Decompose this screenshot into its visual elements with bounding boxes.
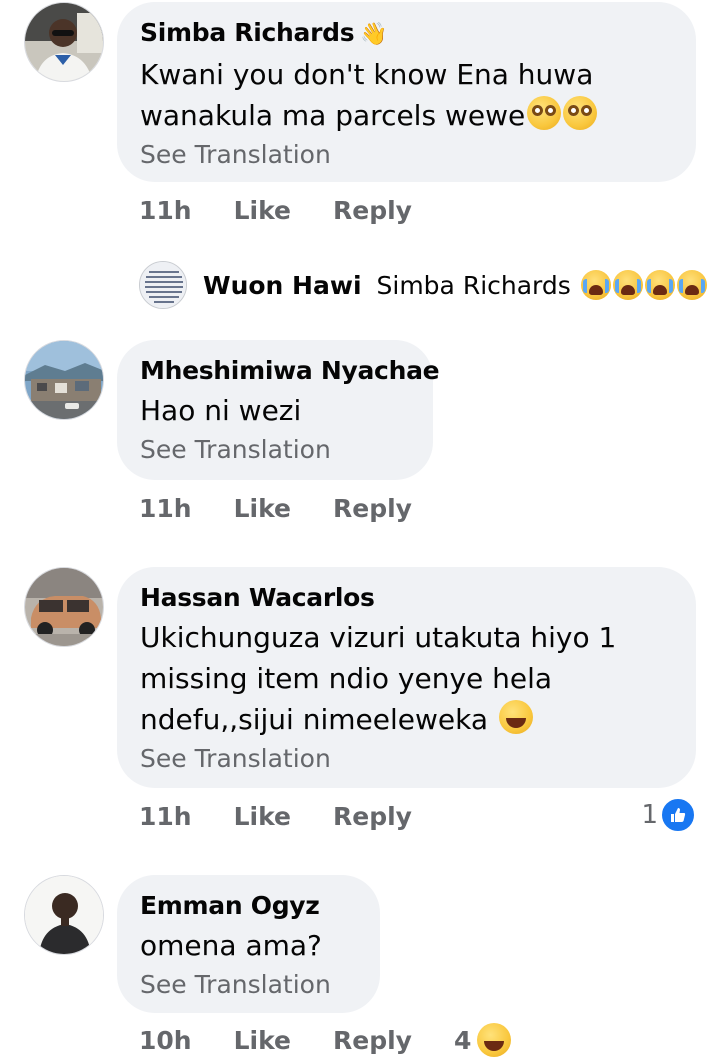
avatar[interactable] bbox=[24, 875, 104, 955]
like-button[interactable]: Like bbox=[234, 802, 291, 831]
reply-avatar[interactable] bbox=[139, 261, 187, 309]
see-translation-link[interactable]: See Translation bbox=[140, 433, 409, 467]
comment-bubble[interactable]: Mheshimiwa Nyachae Hao ni wezi See Trans… bbox=[117, 340, 440, 480]
comment-author[interactable]: Simba Richards 👋 bbox=[140, 16, 672, 52]
reply-mention[interactable]: Simba Richards bbox=[377, 271, 571, 300]
crying-face-icon bbox=[644, 270, 675, 300]
see-translation-link[interactable]: See Translation bbox=[140, 138, 672, 172]
crying-face-icon bbox=[612, 270, 643, 300]
avatar-photo-icon bbox=[25, 341, 103, 419]
reply-button[interactable]: Reply bbox=[333, 802, 412, 831]
avatar[interactable] bbox=[24, 340, 104, 420]
avatar[interactable] bbox=[24, 567, 104, 647]
flushed-face-icon bbox=[527, 96, 562, 130]
comment-time: 10h bbox=[139, 1026, 192, 1055]
like-button[interactable]: Like bbox=[234, 196, 291, 225]
comment-text: omena ama? bbox=[140, 929, 322, 962]
like-button[interactable]: Like bbox=[234, 1026, 291, 1055]
reaction-count: 1 bbox=[641, 800, 658, 830]
author-name[interactable]: Emman Ogyz bbox=[140, 889, 356, 923]
see-translation-link[interactable]: See Translation bbox=[140, 968, 356, 1002]
see-translation-link[interactable]: See Translation bbox=[140, 742, 672, 776]
comment-bubble[interactable]: Hassan Wacarlos Ukichunguza vizuri utaku… bbox=[117, 567, 696, 788]
reply-emojis bbox=[579, 270, 707, 300]
reaction-summary[interactable]: 1 bbox=[641, 797, 696, 833]
author-name[interactable]: Hassan Wacarlos bbox=[140, 581, 672, 615]
comment-bubble[interactable]: Emman Ogyz omena ama? See Translation bbox=[117, 875, 380, 1013]
author-name[interactable]: Mheshimiwa Nyachae bbox=[140, 354, 440, 388]
crying-face-icon bbox=[580, 270, 611, 300]
comment-time: 11h bbox=[139, 494, 192, 523]
comment-text: Kwani you don't know Ena huwa wanakula m… bbox=[140, 54, 672, 136]
comment-time: 11h bbox=[139, 802, 192, 831]
reply-author[interactable]: Wuon Hawi bbox=[203, 271, 362, 300]
comment-actions: 11h Like Reply bbox=[139, 494, 454, 523]
avatar-photo-icon bbox=[25, 3, 103, 81]
author-name[interactable]: Simba Richards bbox=[140, 18, 355, 47]
like-icon bbox=[660, 797, 696, 833]
avatar-photo-icon bbox=[25, 876, 103, 954]
like-button[interactable]: Like bbox=[234, 494, 291, 523]
comment-actions: 10h Like Reply 4 bbox=[139, 1023, 553, 1057]
comment-text: Hao ni wezi bbox=[140, 394, 302, 427]
reply-button[interactable]: Reply bbox=[333, 196, 412, 225]
haha-icon bbox=[477, 1023, 512, 1057]
grinning-squinting-face-icon bbox=[498, 700, 533, 734]
reaction-count[interactable]: 4 bbox=[454, 1026, 471, 1055]
reply-preview[interactable]: Wuon Hawi Simba Richards bbox=[139, 261, 707, 309]
flushed-face-icon bbox=[563, 96, 598, 130]
comment-actions: 11h Like Reply bbox=[139, 196, 454, 225]
comment-bubble[interactable]: Simba Richards 👋 Kwani you don't know Ena… bbox=[117, 2, 696, 182]
reply-button[interactable]: Reply bbox=[333, 1026, 412, 1055]
comment-text-content: Ukichunguza vizuri utakuta hiyo 1 missin… bbox=[140, 621, 617, 736]
comment-actions: 11h Like Reply bbox=[139, 802, 454, 831]
crying-face-icon bbox=[676, 270, 707, 300]
comment-text-content: Kwani you don't know Ena huwa wanakula m… bbox=[140, 58, 594, 132]
comment-text: Ukichunguza vizuri utakuta hiyo 1 missin… bbox=[140, 617, 672, 740]
comment-time: 11h bbox=[139, 196, 192, 225]
reply-button[interactable]: Reply bbox=[333, 494, 412, 523]
waving-hand-icon: 👋 bbox=[360, 22, 388, 47]
avatar-text-image-icon bbox=[140, 262, 186, 308]
avatar-photo-icon bbox=[25, 568, 103, 646]
avatar[interactable] bbox=[24, 2, 104, 82]
